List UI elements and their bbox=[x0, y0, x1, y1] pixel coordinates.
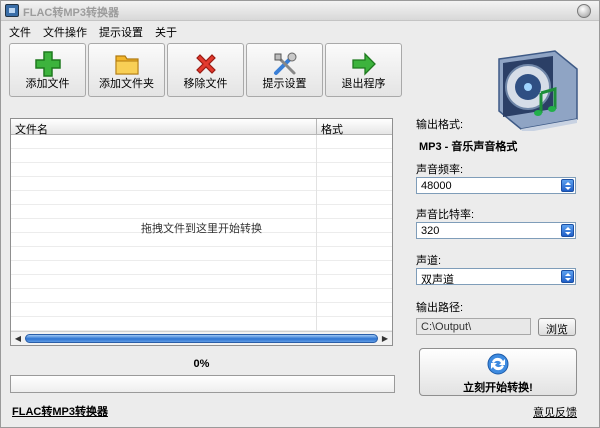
menu-file[interactable]: 文件 bbox=[9, 24, 31, 40]
plus-icon bbox=[34, 51, 61, 77]
remove-file-label: 移除文件 bbox=[183, 78, 228, 90]
progress-percent: 0% bbox=[193, 358, 210, 370]
music-disc-logo-icon bbox=[498, 50, 578, 131]
app-window: FLAC转MP3转换器 文件 文件操作 提示设置 关于 添加文件 添加文件夹 移… bbox=[0, 0, 600, 428]
start-convert-button[interactable]: 立刻开始转换! bbox=[419, 348, 577, 396]
remove-file-button[interactable]: 移除文件 bbox=[167, 43, 244, 97]
title-bar: FLAC转MP3转换器 bbox=[1, 1, 599, 21]
add-folder-label: 添加文件夹 bbox=[99, 78, 154, 90]
bitrate-value: 320 bbox=[421, 225, 440, 237]
select-arrows-icon[interactable] bbox=[561, 224, 574, 237]
app-home-link[interactable]: FLAC转MP3转换器 bbox=[12, 403, 108, 419]
close-button[interactable] bbox=[577, 4, 591, 18]
column-divider[interactable] bbox=[316, 119, 317, 135]
add-file-button[interactable]: 添加文件 bbox=[9, 43, 86, 97]
menu-file-ops[interactable]: 文件操作 bbox=[43, 24, 87, 40]
bitrate-label: 声音比特率: bbox=[416, 209, 475, 221]
sample-rate-label: 声音频率: bbox=[416, 164, 464, 176]
settings-button[interactable]: 提示设置 bbox=[246, 43, 323, 97]
delete-x-icon bbox=[195, 54, 216, 74]
menu-about[interactable]: 关于 bbox=[155, 24, 177, 40]
menu-bar: 文件 文件操作 提示设置 关于 bbox=[9, 24, 177, 40]
channel-label: 声道: bbox=[416, 255, 442, 267]
output-path-field[interactable]: C:\Output\ bbox=[416, 318, 531, 335]
exit-button[interactable]: 退出程序 bbox=[325, 43, 402, 97]
channel-select[interactable]: 双声道 bbox=[416, 268, 576, 286]
output-path-label: 输出路径: bbox=[416, 302, 464, 314]
settings-label: 提示设置 bbox=[262, 78, 307, 90]
add-file-label: 添加文件 bbox=[25, 78, 70, 90]
select-arrows-icon[interactable] bbox=[561, 179, 574, 192]
browse-button[interactable]: 浏览 bbox=[538, 318, 576, 336]
sample-rate-value: 48000 bbox=[421, 180, 452, 192]
horizontal-scrollbar[interactable]: ◀ ▶ bbox=[11, 331, 392, 345]
file-list[interactable]: 文件名 格式 拖拽文件到这里开始转换 ◀ ▶ bbox=[10, 118, 393, 346]
scroll-right-icon[interactable]: ▶ bbox=[380, 334, 390, 344]
app-icon bbox=[5, 4, 19, 17]
select-arrows-icon[interactable] bbox=[561, 270, 574, 283]
output-format-value: MP3 - 音乐声音格式 bbox=[419, 141, 518, 153]
refresh-icon bbox=[487, 353, 509, 375]
drop-hint: 拖拽文件到这里开始转换 bbox=[141, 223, 262, 235]
exit-label: 退出程序 bbox=[341, 78, 386, 90]
add-folder-button[interactable]: 添加文件夹 bbox=[88, 43, 165, 97]
sample-rate-select[interactable]: 48000 bbox=[416, 177, 576, 194]
menu-settings[interactable]: 提示设置 bbox=[99, 24, 143, 40]
progress-bar bbox=[10, 375, 395, 393]
folder-icon bbox=[114, 55, 139, 75]
scrollbar-thumb[interactable] bbox=[25, 334, 378, 343]
arrow-right-icon bbox=[351, 52, 376, 76]
toolbar: 添加文件 添加文件夹 移除文件 提示设置 退出程序 bbox=[9, 43, 402, 97]
bitrate-select[interactable]: 320 bbox=[416, 222, 576, 239]
start-convert-label: 立刻开始转换! bbox=[463, 382, 533, 394]
list-header: 文件名 格式 bbox=[11, 119, 392, 136]
feedback-link[interactable]: 意见反馈 bbox=[533, 404, 577, 420]
tools-icon bbox=[273, 52, 296, 75]
window-title: FLAC转MP3转换器 bbox=[23, 7, 119, 19]
channel-value: 双声道 bbox=[421, 274, 454, 286]
output-format-label: 输出格式: bbox=[416, 119, 464, 131]
scroll-left-icon[interactable]: ◀ bbox=[13, 334, 23, 344]
